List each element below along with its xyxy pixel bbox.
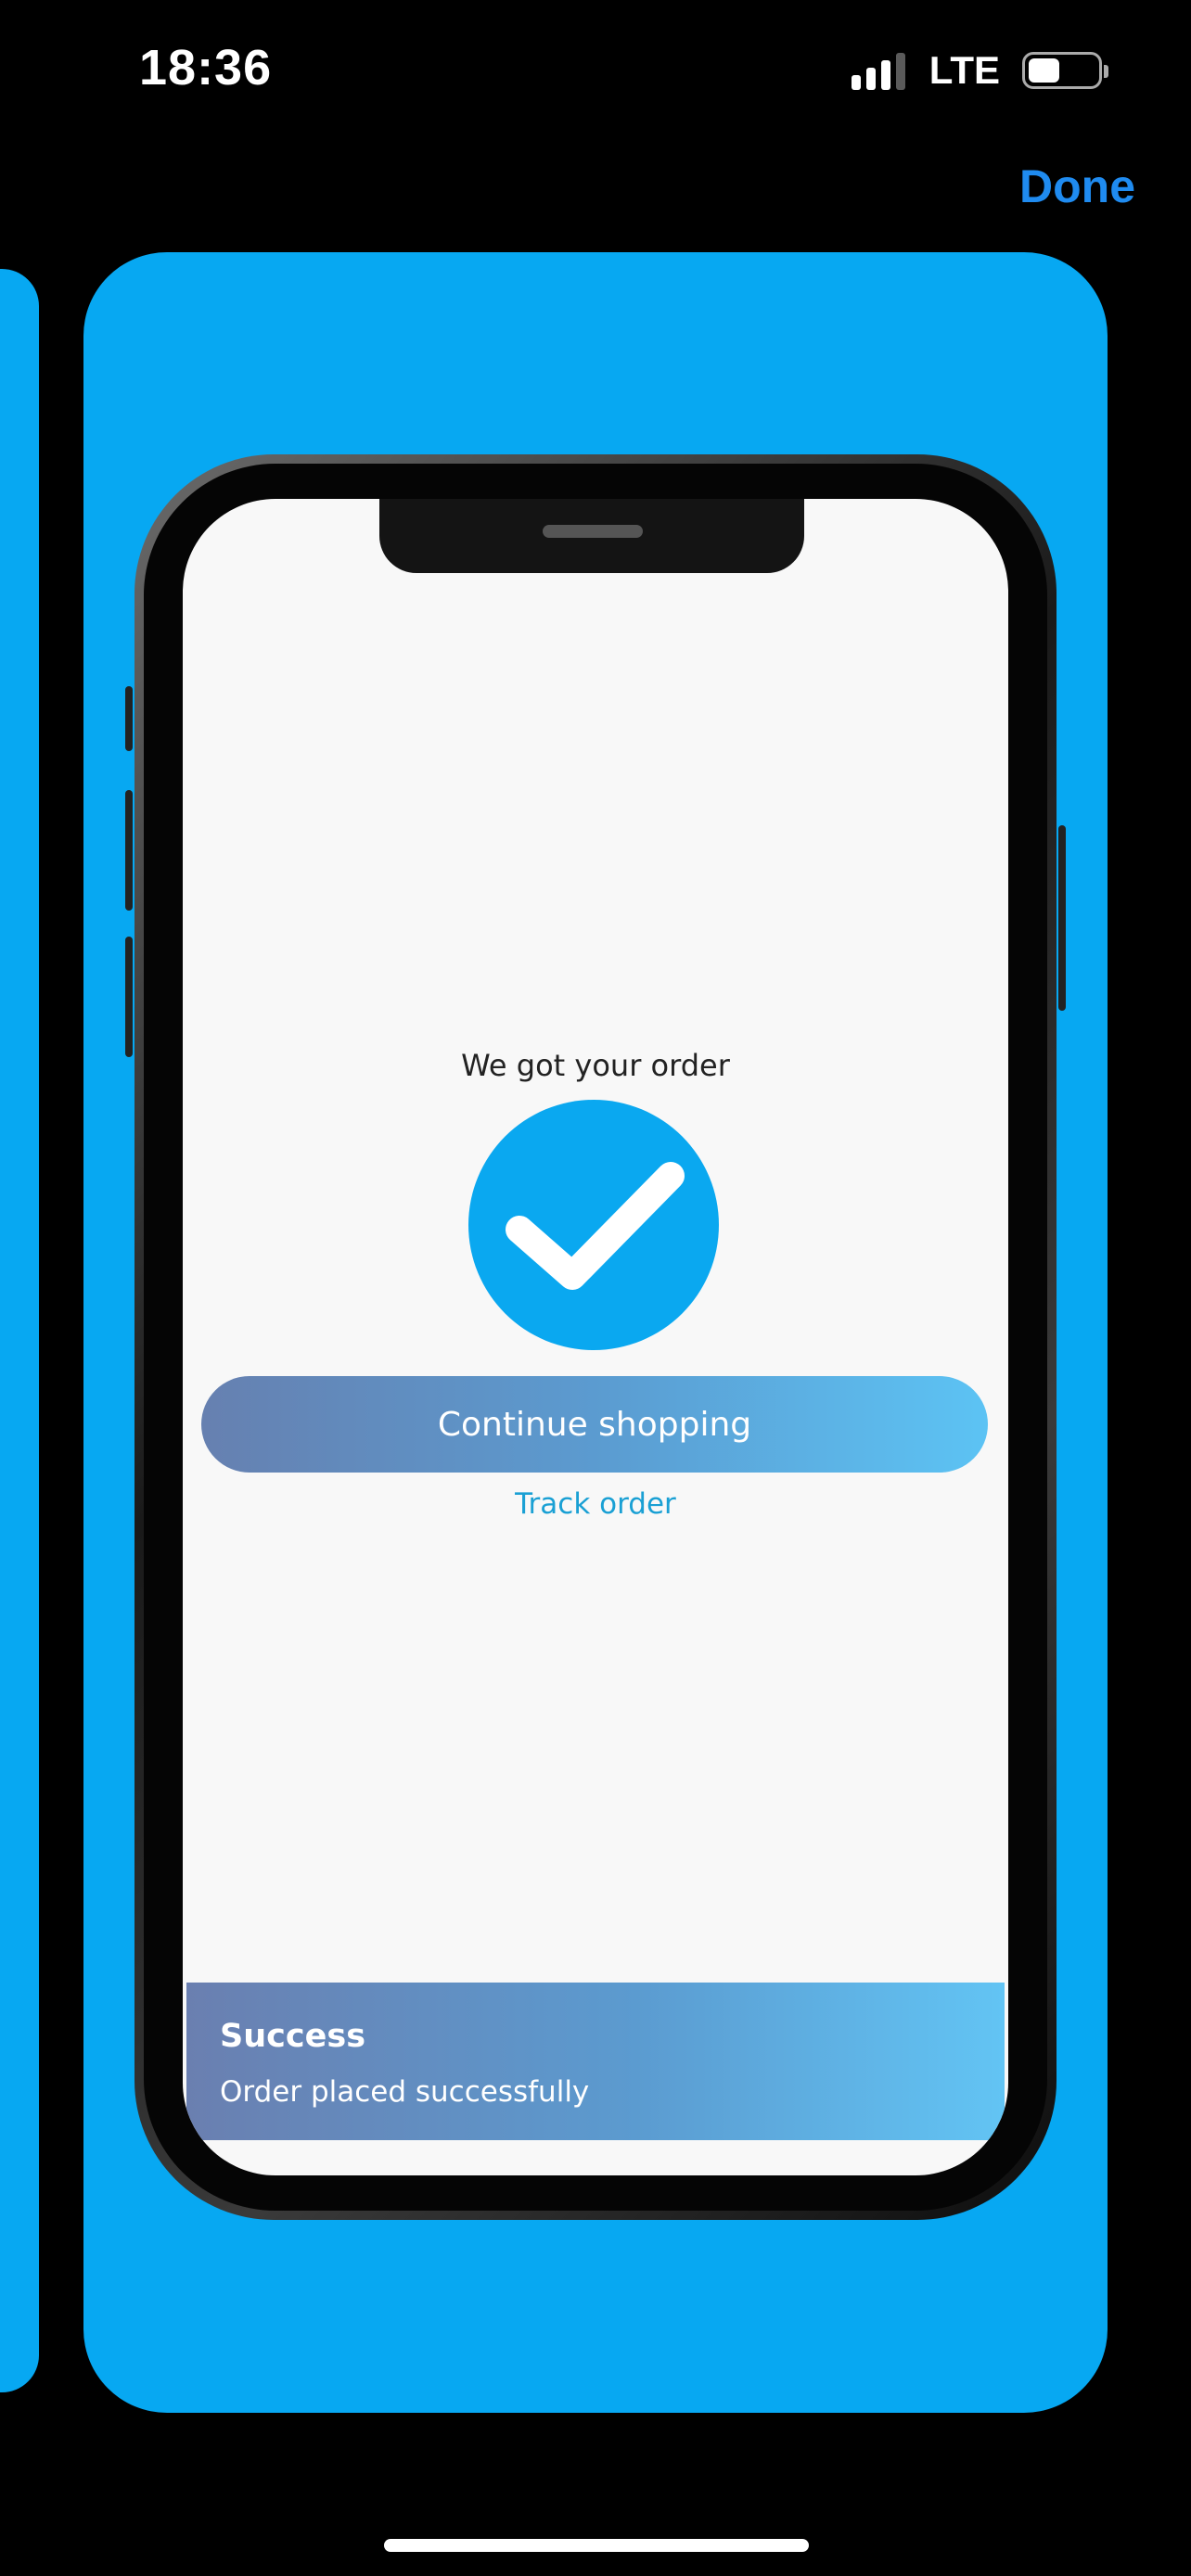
phone-volume-down <box>125 937 133 1057</box>
success-toast: Success Order placed successfully <box>186 1983 1005 2140</box>
status-indicators: LTE <box>851 46 1108 95</box>
toast-message: Order placed successfully <box>220 2075 590 2109</box>
toast-title: Success <box>220 2018 366 2055</box>
phone-screen: We got your order Continue shopping Trac… <box>183 499 1008 2175</box>
home-indicator[interactable] <box>384 2539 809 2552</box>
phone-power-button <box>1058 825 1066 1011</box>
signal-icon <box>851 51 905 90</box>
phone-side-button <box>125 686 133 751</box>
phone-mockup: We got your order Continue shopping Trac… <box>125 454 1066 2220</box>
phone-bezel: We got your order Continue shopping Trac… <box>144 464 1047 2211</box>
speaker-grille <box>543 525 643 538</box>
status-time: 18:36 <box>139 40 273 96</box>
track-order-link[interactable]: Track order <box>183 1480 1008 1528</box>
done-button[interactable]: Done <box>1019 159 1135 213</box>
screenshot-card[interactable]: We got your order Continue shopping Trac… <box>83 252 1108 2413</box>
screenshot-viewer: 18:36 LTE Done We got your order Continu… <box>0 0 1191 2576</box>
network-type: LTE <box>928 48 1000 92</box>
continue-shopping-button[interactable]: Continue shopping <box>201 1376 988 1473</box>
phone-volume-up <box>125 790 133 911</box>
order-heading: We got your order <box>461 1048 730 1083</box>
checkmark-icon <box>468 1100 719 1350</box>
battery-icon <box>1022 52 1108 89</box>
previous-screenshot-card[interactable] <box>0 269 39 2392</box>
phone-notch <box>379 499 804 573</box>
